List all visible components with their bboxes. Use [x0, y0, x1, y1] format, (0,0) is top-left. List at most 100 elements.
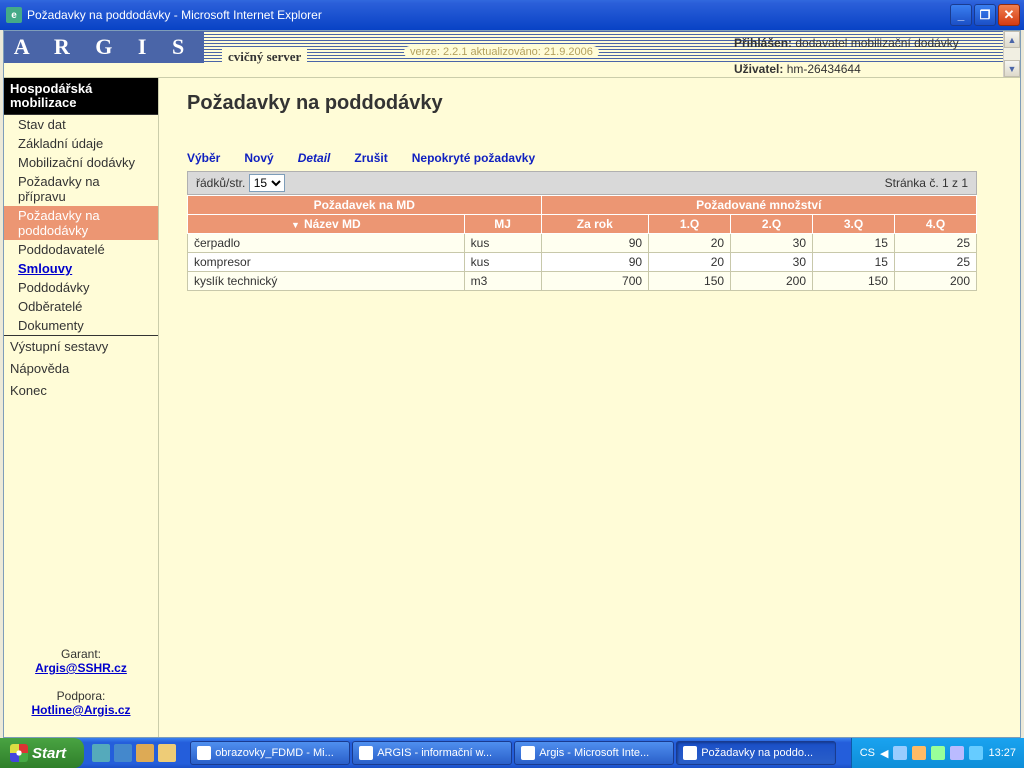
scroll-up-icon[interactable]: ▲	[1004, 31, 1020, 48]
rows-per-select[interactable]: 15	[249, 174, 285, 192]
close-button[interactable]: ✕	[998, 4, 1020, 26]
start-label: Start	[32, 745, 66, 762]
tray-chevron-icon[interactable]: ◀	[880, 747, 888, 760]
taskbar-item-label: obrazovky_FDMD - Mi...	[215, 747, 334, 759]
scroll-down-icon[interactable]: ▼	[1004, 60, 1020, 77]
action-novy[interactable]: Nový	[244, 151, 273, 165]
cell-q2: 200	[731, 272, 813, 291]
logged-value: dodavatel mobilizační dodávky	[795, 36, 958, 50]
system-tray: CS ◀ 13:27	[851, 738, 1024, 768]
cell-q2: 30	[731, 234, 813, 253]
taskbar-item[interactable]: Argis - Microsoft Inte...	[514, 741, 674, 765]
action-detail[interactable]: Detail	[298, 151, 331, 165]
sidebar-footer: Garant: Argis@SSHR.cz Podpora: Hotline@A…	[4, 647, 158, 717]
ie-icon	[683, 746, 697, 760]
cell-nazev: kompresor	[188, 253, 465, 272]
quick-launch	[84, 744, 184, 762]
cell-q4: 25	[894, 234, 976, 253]
sidebar-item-zakladni-udaje[interactable]: Základní údaje	[4, 134, 158, 153]
rows-per-label: řádků/str.	[196, 176, 245, 190]
sidebar-item-smlouvy[interactable]: Smlouvy	[4, 259, 158, 278]
window-titlebar: e Požadavky na poddodávky - Microsoft In…	[0, 0, 1024, 30]
cell-q4: 200	[894, 272, 976, 291]
col-zarok[interactable]: Za rok	[541, 215, 649, 234]
cell-q2: 30	[731, 253, 813, 272]
col-mj[interactable]: MJ	[464, 215, 541, 234]
table-row[interactable]: čerpadlo kus 90 20 30 15 25	[188, 234, 977, 253]
cell-q1: 20	[649, 253, 731, 272]
quick-icon[interactable]	[158, 744, 176, 762]
sidebar: Hospodářská mobilizace Stav dat Základní…	[4, 78, 159, 737]
sidebar-item-dokumenty[interactable]: Dokumenty	[4, 316, 158, 335]
logged-label: Přihlášen:	[734, 36, 792, 50]
tray-icon[interactable]	[969, 746, 983, 760]
tray-icon[interactable]	[931, 746, 945, 760]
quick-icon[interactable]	[114, 744, 132, 762]
action-nepokryte[interactable]: Nepokryté požadavky	[412, 151, 535, 165]
vertical-scrollbar[interactable]: ▲ ▼	[1003, 31, 1020, 77]
taskbar-item[interactable]: ARGIS - informační w...	[352, 741, 512, 765]
col-nazev-label: Název MD	[304, 217, 361, 231]
clock[interactable]: 13:27	[988, 747, 1016, 759]
maximize-button[interactable]: ❐	[974, 4, 996, 26]
cell-nazev: kyslík technický	[188, 272, 465, 291]
ie-icon	[359, 746, 373, 760]
col-q3[interactable]: 3.Q	[813, 215, 895, 234]
app-header: A R G I S cvičný server verze: 2.2.1 akt…	[4, 31, 1020, 78]
taskbar-item[interactable]: obrazovky_FDMD - Mi...	[190, 741, 350, 765]
sidebar-item-pozadavky-poddodavky[interactable]: Požadavky na poddodávky	[4, 206, 158, 240]
quick-icon[interactable]	[136, 744, 154, 762]
page-info: Stránka č. 1 z 1	[885, 176, 968, 190]
action-zrusit[interactable]: Zrušit	[354, 151, 387, 165]
lang-indicator[interactable]: CS	[860, 747, 875, 759]
sidebar-item-poddodavky[interactable]: Poddodávky	[4, 278, 158, 297]
taskbar-item-label: Požadavky na poddo...	[701, 747, 813, 759]
page-title: Požadavky na poddodávky	[187, 92, 992, 115]
user-info: Přihlášen: dodavatel mobilizační dodávky…	[734, 34, 959, 78]
data-grid: Požadavek na MD Požadované množství ▼Náz…	[187, 195, 977, 291]
sidebar-item-konec[interactable]: Konec	[4, 380, 158, 402]
garant-email-link[interactable]: Argis@SSHR.cz	[35, 661, 127, 675]
sidebar-item-poddodavatele[interactable]: Poddodavatelé	[4, 240, 158, 259]
sidebar-item-pozadavky-pripravu[interactable]: Požadavky na přípravu	[4, 172, 158, 206]
table-row[interactable]: kompresor kus 90 20 30 15 25	[188, 253, 977, 272]
quick-icon[interactable]	[92, 744, 110, 762]
col-nazev[interactable]: ▼ Název MD	[188, 215, 465, 234]
tray-icon[interactable]	[893, 746, 907, 760]
server-label: cvičný server	[222, 49, 307, 65]
sort-indicator-icon: ▼	[291, 220, 300, 230]
sidebar-item-vystupni-sestavy[interactable]: Výstupní sestavy	[4, 336, 158, 358]
cell-q3: 15	[813, 234, 895, 253]
sidebar-item-stav-dat[interactable]: Stav dat	[4, 115, 158, 134]
cell-mj: m3	[464, 272, 541, 291]
minimize-button[interactable]: _	[950, 4, 972, 26]
col-q4[interactable]: 4.Q	[894, 215, 976, 234]
cell-rok: 90	[541, 253, 649, 272]
cell-q1: 20	[649, 234, 731, 253]
user-label: Uživatel:	[734, 62, 783, 76]
cell-rok: 90	[541, 234, 649, 253]
support-label: Podpora:	[4, 689, 158, 703]
taskbar-item-active[interactable]: Požadavky na poddo...	[676, 741, 836, 765]
tray-icon[interactable]	[950, 746, 964, 760]
ie-icon	[521, 746, 535, 760]
action-vyber[interactable]: Výběr	[187, 151, 220, 165]
tray-icon[interactable]	[912, 746, 926, 760]
col-q2[interactable]: 2.Q	[731, 215, 813, 234]
taskbar-item-label: ARGIS - informační w...	[377, 747, 492, 759]
sidebar-item-mobilizacni-dodavky[interactable]: Mobilizační dodávky	[4, 153, 158, 172]
start-button[interactable]: Start	[0, 738, 84, 768]
taskbar-item-label: Argis - Microsoft Inte...	[539, 747, 649, 759]
col-q1[interactable]: 1.Q	[649, 215, 731, 234]
sidebar-section-header: Hospodářská mobilizace	[4, 78, 158, 114]
cell-q4: 25	[894, 253, 976, 272]
garant-label: Garant:	[4, 647, 158, 661]
cell-q1: 150	[649, 272, 731, 291]
version-text: verze: 2.2.1 aktualizováno: 21.9.2006	[404, 46, 599, 58]
cell-q3: 15	[813, 253, 895, 272]
sidebar-item-napoveda[interactable]: Nápověda	[4, 358, 158, 380]
table-row[interactable]: kyslík technický m3 700 150 200 150 200	[188, 272, 977, 291]
sidebar-item-odberatele[interactable]: Odběratelé	[4, 297, 158, 316]
support-email-link[interactable]: Hotline@Argis.cz	[31, 703, 130, 717]
col-group-pozadavek: Požadavek na MD	[188, 196, 542, 215]
